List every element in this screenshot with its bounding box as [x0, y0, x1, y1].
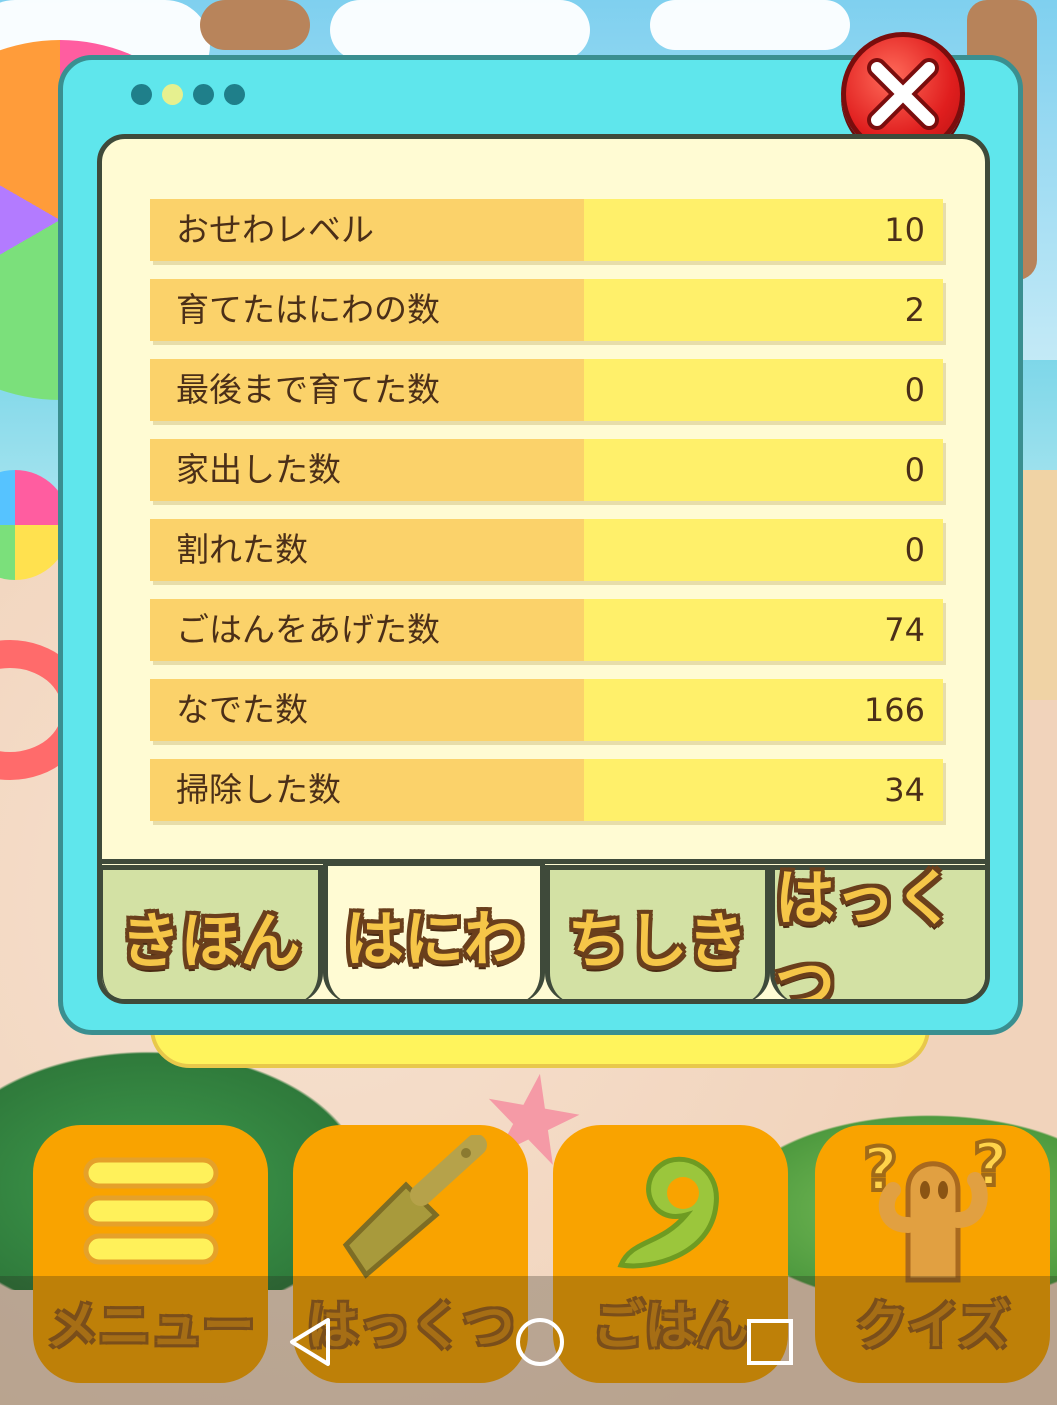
stats-list: おせわレベル 10 育てたはにわの数 2 最後まで育てた数 0 家出した数 0 …	[150, 199, 943, 839]
tab-hakkutsu[interactable]: はっくつ	[770, 864, 985, 999]
stat-label: 掃除した数	[150, 759, 584, 821]
haniwa-character	[200, 0, 310, 50]
stat-value: 166	[584, 679, 943, 741]
stat-value: 0	[584, 359, 943, 421]
back-icon[interactable]	[282, 1314, 338, 1370]
page-dot-active	[162, 84, 183, 105]
stat-row: 最後まで育てた数 0	[150, 359, 943, 421]
stat-value: 0	[584, 439, 943, 501]
stats-window: おせわレベル 10 育てたはにわの数 2 最後まで育てた数 0 家出した数 0 …	[58, 32, 1023, 1035]
stat-label: 育てたはにわの数	[150, 279, 584, 341]
page-indicator	[131, 84, 245, 105]
page-dot	[224, 84, 245, 105]
food-icon	[553, 1125, 788, 1295]
category-tabs: きほん はにわ ちしき はっくつ	[102, 859, 985, 999]
cloud	[650, 0, 850, 50]
stat-row: 育てたはにわの数 2	[150, 279, 943, 341]
sand-castle	[1017, 470, 1057, 700]
recents-icon[interactable]	[742, 1314, 798, 1370]
menu-icon	[33, 1125, 268, 1295]
home-icon[interactable]	[512, 1314, 568, 1370]
system-navigation-bar	[0, 1276, 1057, 1405]
stat-row: 掃除した数 34	[150, 759, 943, 821]
page-dot	[131, 84, 152, 105]
stats-content: おせわレベル 10 育てたはにわの数 2 最後まで育てた数 0 家出した数 0 …	[97, 134, 990, 1004]
tab-haniwa[interactable]: はにわ	[323, 861, 545, 999]
trowel-icon	[293, 1125, 528, 1295]
stat-row: なでた数 166	[150, 679, 943, 741]
page-dot	[193, 84, 214, 105]
stat-value: 0	[584, 519, 943, 581]
stat-value: 2	[584, 279, 943, 341]
stat-row: おせわレベル 10	[150, 199, 943, 261]
quiz-haniwa-icon: ? ?	[815, 1125, 1050, 1295]
stat-row: 割れた数 0	[150, 519, 943, 581]
stat-label: 割れた数	[150, 519, 584, 581]
stat-row: 家出した数 0	[150, 439, 943, 501]
stat-row: ごはんをあげた数 74	[150, 599, 943, 661]
tab-chishiki[interactable]: ちしき	[545, 865, 770, 999]
stat-value: 10	[584, 199, 943, 261]
stat-value: 74	[584, 599, 943, 661]
stat-label: ごはんをあげた数	[150, 599, 584, 661]
stat-label: おせわレベル	[150, 199, 584, 261]
stat-value: 34	[584, 759, 943, 821]
stat-label: なでた数	[150, 679, 584, 741]
tab-kihon[interactable]: きほん	[102, 865, 323, 999]
stat-label: 家出した数	[150, 439, 584, 501]
cloud	[330, 0, 590, 60]
close-icon	[867, 58, 939, 130]
stat-label: 最後まで育てた数	[150, 359, 584, 421]
